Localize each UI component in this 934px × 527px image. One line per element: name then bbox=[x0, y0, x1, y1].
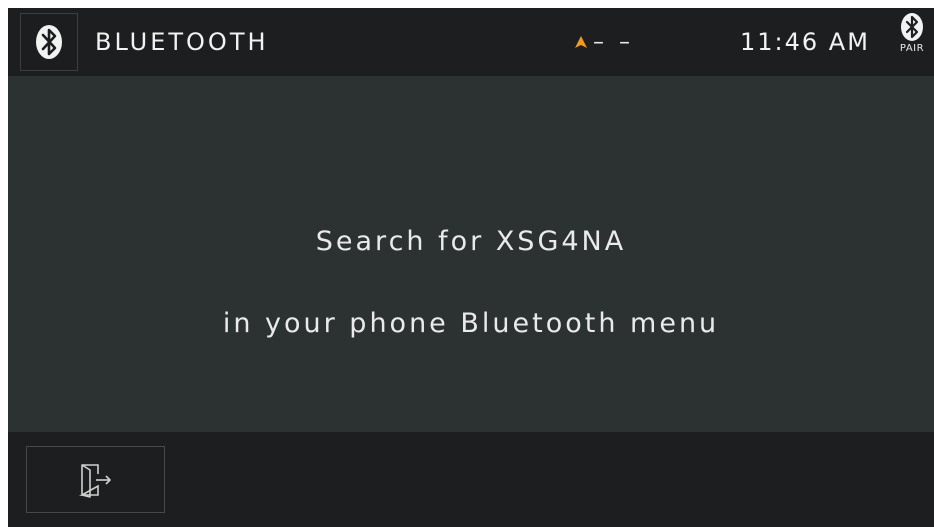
pair-button[interactable]: PAIR bbox=[892, 12, 932, 70]
page-title: BLUETOOTH bbox=[95, 28, 269, 56]
clock: 11:46 AM bbox=[740, 28, 870, 56]
main-content: Search for XSG4NA in your phone Bluetoot… bbox=[8, 76, 934, 432]
search-instruction-line1: Search for XSG4NA bbox=[315, 226, 627, 257]
bluetooth-home-button[interactable] bbox=[20, 13, 78, 71]
exit-icon bbox=[78, 463, 111, 498]
pair-label: PAIR bbox=[899, 43, 925, 54]
bluetooth-icon bbox=[36, 25, 62, 59]
navigation-indicator: – – bbox=[574, 8, 634, 76]
bluetooth-pair-icon bbox=[901, 13, 923, 41]
search-instruction-line2: in your phone Bluetooth menu bbox=[222, 308, 720, 339]
header-bar: BLUETOOTH – – 11:46 AM PAIR bbox=[8, 8, 934, 77]
direction-arrow-icon bbox=[575, 36, 587, 48]
bluetooth-screen: BLUETOOTH – – 11:46 AM PAIR Search for X… bbox=[8, 8, 934, 527]
exit-button[interactable] bbox=[26, 446, 165, 513]
navigation-value: – – bbox=[593, 29, 634, 55]
footer-bar bbox=[8, 432, 934, 527]
